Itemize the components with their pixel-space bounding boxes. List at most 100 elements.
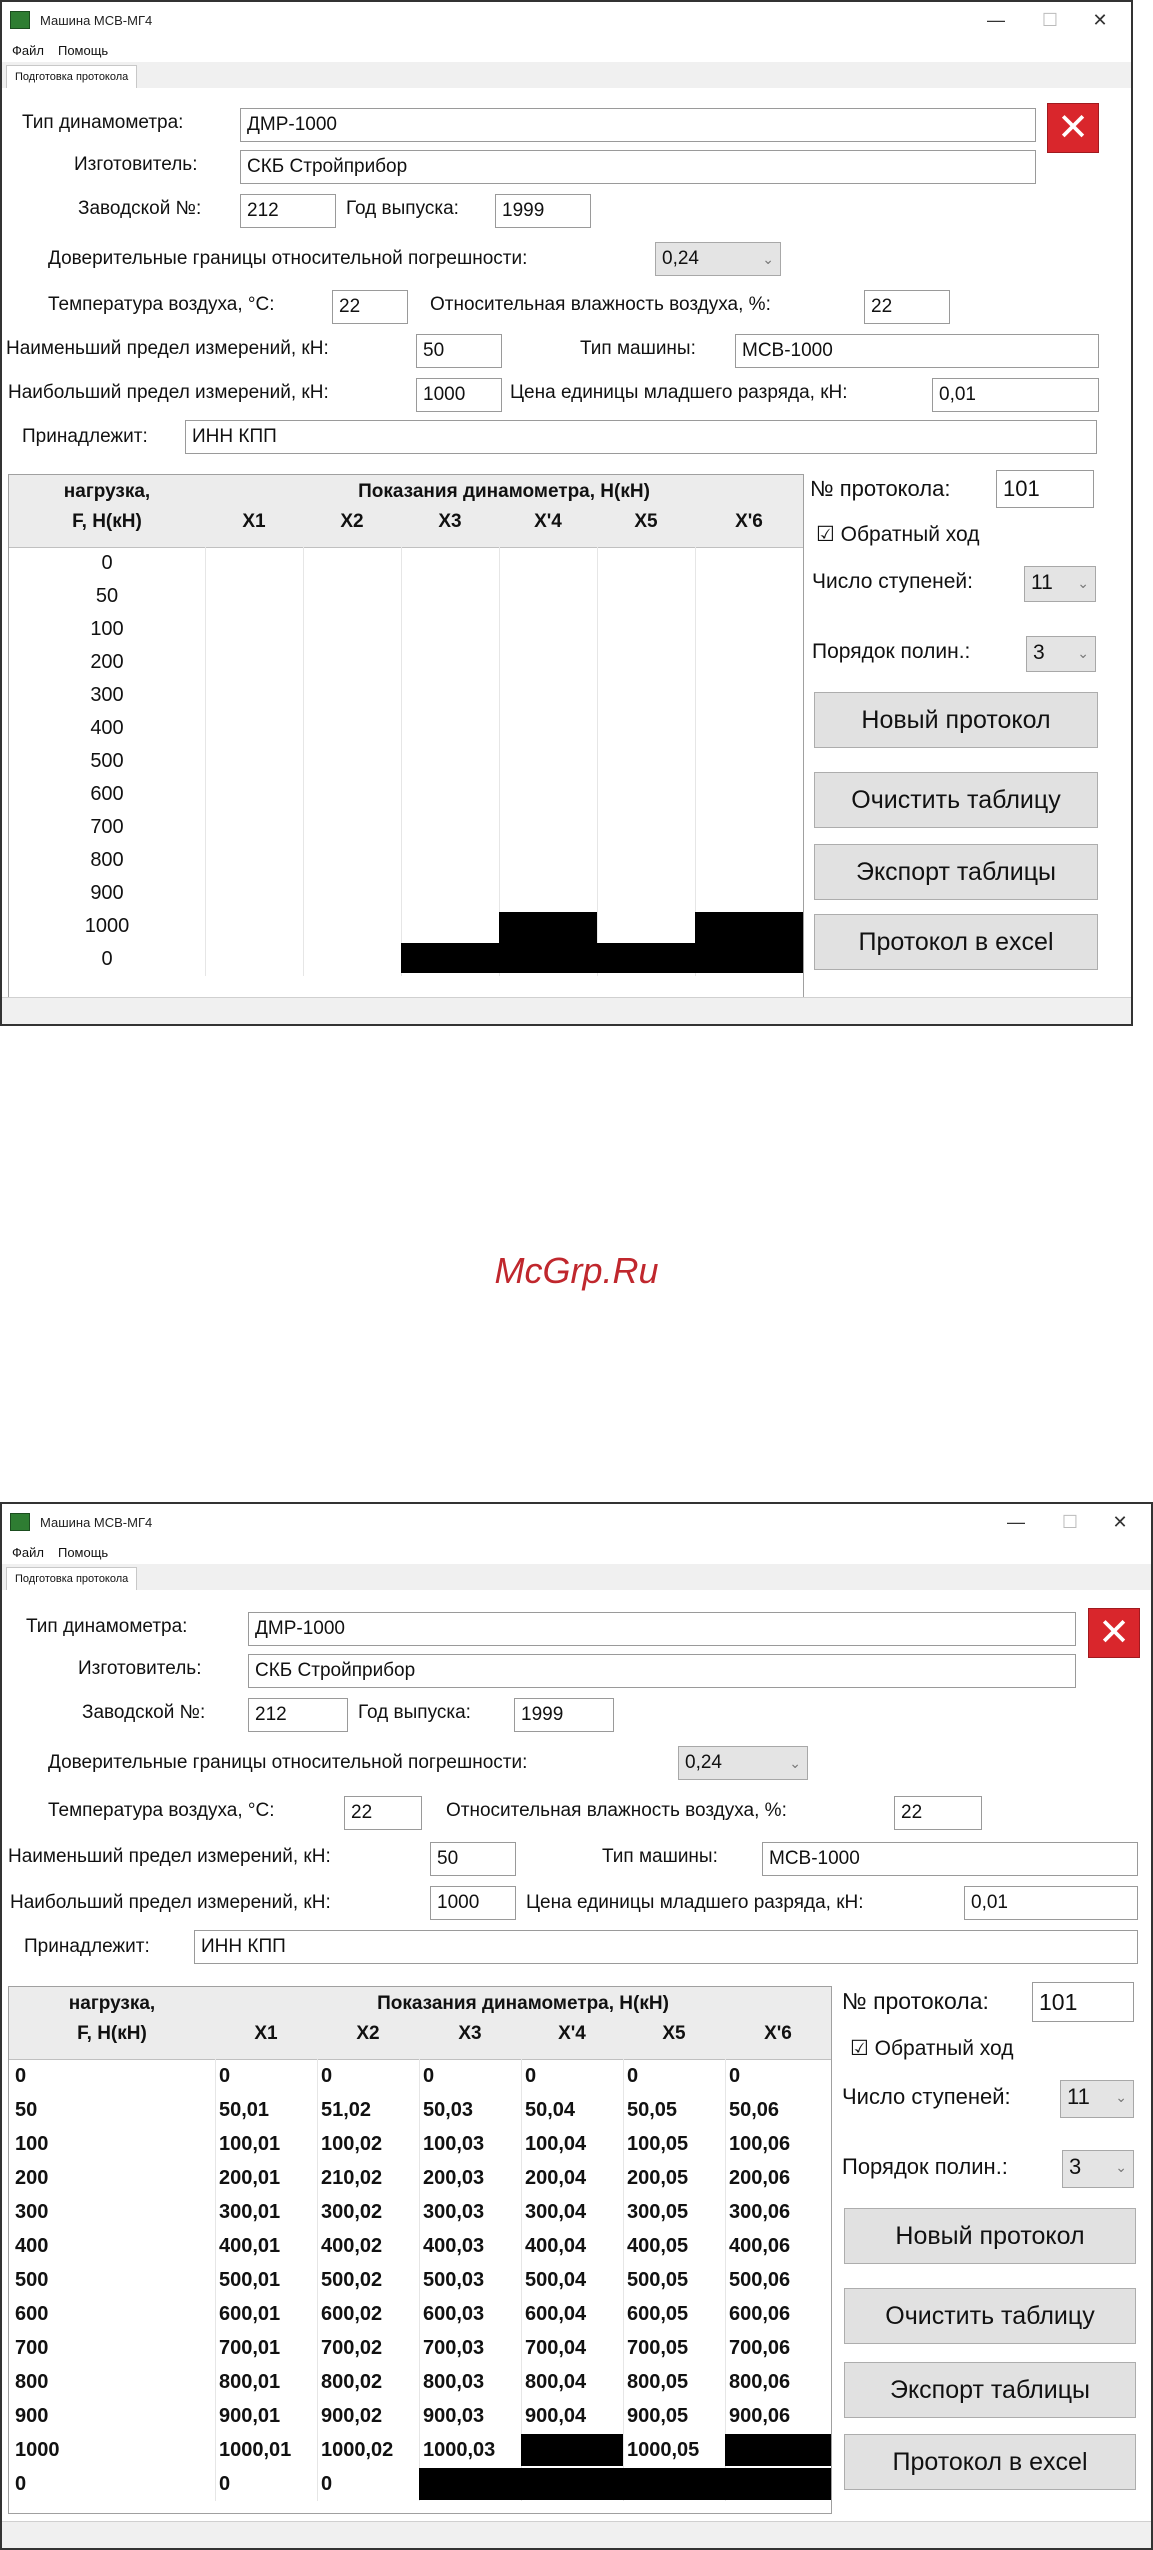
- manufacturer-field[interactable]: СКБ Стройприбор: [248, 1654, 1076, 1688]
- reading-cell[interactable]: 0: [321, 2059, 332, 2093]
- reading-cell[interactable]: 50,03: [423, 2093, 473, 2127]
- confidence-select[interactable]: 0,24 ⌄: [678, 1746, 808, 1780]
- min-limit-field[interactable]: 50: [430, 1842, 516, 1876]
- reading-cell[interactable]: 800,05: [627, 2365, 688, 2399]
- reverse-checkbox[interactable]: ☑ Обратный ход: [850, 2036, 1014, 2061]
- reading-cell[interactable]: 400,03: [423, 2229, 484, 2263]
- reading-cell[interactable]: 700,03: [423, 2331, 484, 2365]
- table-row[interactable]: 100: [9, 613, 803, 646]
- unit-price-field[interactable]: 0,01: [932, 378, 1099, 412]
- steps-select[interactable]: 11 ⌄: [1024, 566, 1096, 602]
- reading-cell[interactable]: 0: [219, 2059, 230, 2093]
- reading-cell[interactable]: 700,01: [219, 2331, 280, 2365]
- reading-cell[interactable]: 900,04: [525, 2399, 586, 2433]
- year-field[interactable]: 1999: [514, 1698, 614, 1732]
- reading-cell[interactable]: 300,06: [729, 2195, 790, 2229]
- table-row[interactable]: 0 0 0: [9, 2467, 831, 2501]
- reading-cell[interactable]: 100,01: [219, 2127, 280, 2161]
- table-row[interactable]: 500 500,01 500,02 500,03 500,04 500,05 500,06: [9, 2263, 831, 2297]
- minimize-button[interactable]: —: [973, 2, 1019, 38]
- table-row[interactable]: 800: [9, 844, 803, 877]
- reading-cell[interactable]: 200,03: [423, 2161, 484, 2195]
- reading-cell[interactable]: 100,04: [525, 2127, 586, 2161]
- reading-cell[interactable]: 500,06: [729, 2263, 790, 2297]
- reading-cell[interactable]: 900,06: [729, 2399, 790, 2433]
- year-field[interactable]: 1999: [495, 194, 591, 228]
- reading-cell[interactable]: 0: [525, 2059, 536, 2093]
- table-row[interactable]: 600 600,01 600,02 600,03 600,04 600,05 600,06: [9, 2297, 831, 2331]
- reading-cell[interactable]: 700,04: [525, 2331, 586, 2365]
- reading-cell[interactable]: 0: [219, 2467, 230, 2501]
- reading-cell[interactable]: 600,05: [627, 2297, 688, 2331]
- temp-field[interactable]: 22: [344, 1796, 422, 1830]
- table-row[interactable]: 500: [9, 745, 803, 778]
- humidity-field[interactable]: 22: [864, 290, 950, 324]
- table-row[interactable]: 800 800,01 800,02 800,03 800,04 800,05 800,06: [9, 2365, 831, 2399]
- reading-cell[interactable]: 0: [729, 2059, 740, 2093]
- reading-cell[interactable]: 600,02: [321, 2297, 382, 2331]
- reading-cell[interactable]: 0: [423, 2059, 434, 2093]
- tab-protocol-prep[interactable]: Подготовка протокола: [6, 1567, 138, 1591]
- maximize-button[interactable]: ☐: [1047, 1504, 1093, 1540]
- table-row[interactable]: 1000 1000,01 1000,02 1000,03 1000,05: [9, 2433, 831, 2467]
- table-row[interactable]: 50 50,01 51,02 50,03 50,04 50,05 50,06: [9, 2093, 831, 2127]
- machine-type-field[interactable]: МСВ-1000: [735, 334, 1099, 368]
- humidity-field[interactable]: 22: [894, 1796, 982, 1830]
- reading-cell[interactable]: 900,05: [627, 2399, 688, 2433]
- reading-cell[interactable]: 400,05: [627, 2229, 688, 2263]
- table-row[interactable]: 400: [9, 712, 803, 745]
- tab-protocol-prep[interactable]: Подготовка протокола: [6, 65, 138, 89]
- reading-cell[interactable]: 500,02: [321, 2263, 382, 2297]
- min-limit-field[interactable]: 50: [416, 334, 502, 368]
- clear-table-button[interactable]: Очистить таблицу: [844, 2288, 1136, 2344]
- reading-cell[interactable]: 210,02: [321, 2161, 382, 2195]
- readings-table-filled[interactable]: нагрузка, F, Н(кН) Показания динамометра, …: [8, 1986, 832, 2514]
- reading-cell[interactable]: 700,06: [729, 2331, 790, 2365]
- reading-cell[interactable]: 0: [627, 2059, 638, 2093]
- owner-field[interactable]: ИНН КПП: [185, 420, 1097, 454]
- reading-cell[interactable]: 1000,02: [321, 2433, 393, 2467]
- export-table-button[interactable]: Экспорт таблицы: [844, 2362, 1136, 2418]
- reading-cell[interactable]: 200,06: [729, 2161, 790, 2195]
- excel-protocol-button[interactable]: Протокол в excel: [814, 914, 1098, 970]
- table-row[interactable]: 0: [9, 943, 803, 976]
- reading-cell[interactable]: 50,06: [729, 2093, 779, 2127]
- reading-cell[interactable]: 200,05: [627, 2161, 688, 2195]
- serial-field[interactable]: 212: [240, 194, 336, 228]
- reading-cell[interactable]: 0: [321, 2467, 332, 2501]
- table-row[interactable]: 300 300,01 300,02 300,03 300,04 300,05 300,06: [9, 2195, 831, 2229]
- reading-cell[interactable]: 400,02: [321, 2229, 382, 2263]
- clear-icon[interactable]: ✕: [1088, 1608, 1140, 1658]
- menu-file[interactable]: Файл: [12, 43, 44, 58]
- reading-cell[interactable]: 700,05: [627, 2331, 688, 2365]
- reading-cell[interactable]: 200,01: [219, 2161, 280, 2195]
- reverse-checkbox[interactable]: ☑ Обратный ход: [816, 522, 980, 547]
- close-button[interactable]: ✕: [1077, 2, 1123, 38]
- table-row[interactable]: 400 400,01 400,02 400,03 400,04 400,05 400,06: [9, 2229, 831, 2263]
- reading-cell[interactable]: 50,05: [627, 2093, 677, 2127]
- serial-field[interactable]: 212: [248, 1698, 348, 1732]
- reading-cell[interactable]: 1000,03: [423, 2433, 495, 2467]
- reading-cell[interactable]: 300,05: [627, 2195, 688, 2229]
- dyn-type-field[interactable]: ДМР-1000: [240, 108, 1036, 142]
- poly-select[interactable]: 3 ⌄: [1026, 636, 1096, 672]
- reading-cell[interactable]: 51,02: [321, 2093, 371, 2127]
- reading-cell[interactable]: 900,02: [321, 2399, 382, 2433]
- table-row[interactable]: 200: [9, 646, 803, 679]
- reading-cell[interactable]: 700,02: [321, 2331, 382, 2365]
- reading-cell[interactable]: 800,02: [321, 2365, 382, 2399]
- reading-cell[interactable]: 900,03: [423, 2399, 484, 2433]
- reading-cell[interactable]: 100,03: [423, 2127, 484, 2161]
- reading-cell[interactable]: 800,03: [423, 2365, 484, 2399]
- reading-cell[interactable]: 1000,01: [219, 2433, 291, 2467]
- reading-cell[interactable]: 300,04: [525, 2195, 586, 2229]
- reading-cell[interactable]: 200,04: [525, 2161, 586, 2195]
- table-row[interactable]: 700: [9, 811, 803, 844]
- reading-cell[interactable]: 1000,05: [627, 2433, 699, 2467]
- reading-cell[interactable]: 100,06: [729, 2127, 790, 2161]
- table-row[interactable]: 1000: [9, 910, 803, 943]
- owner-field[interactable]: ИНН КПП: [194, 1930, 1138, 1964]
- table-row[interactable]: 900: [9, 877, 803, 910]
- reading-cell[interactable]: 400,06: [729, 2229, 790, 2263]
- reading-cell[interactable]: 400,04: [525, 2229, 586, 2263]
